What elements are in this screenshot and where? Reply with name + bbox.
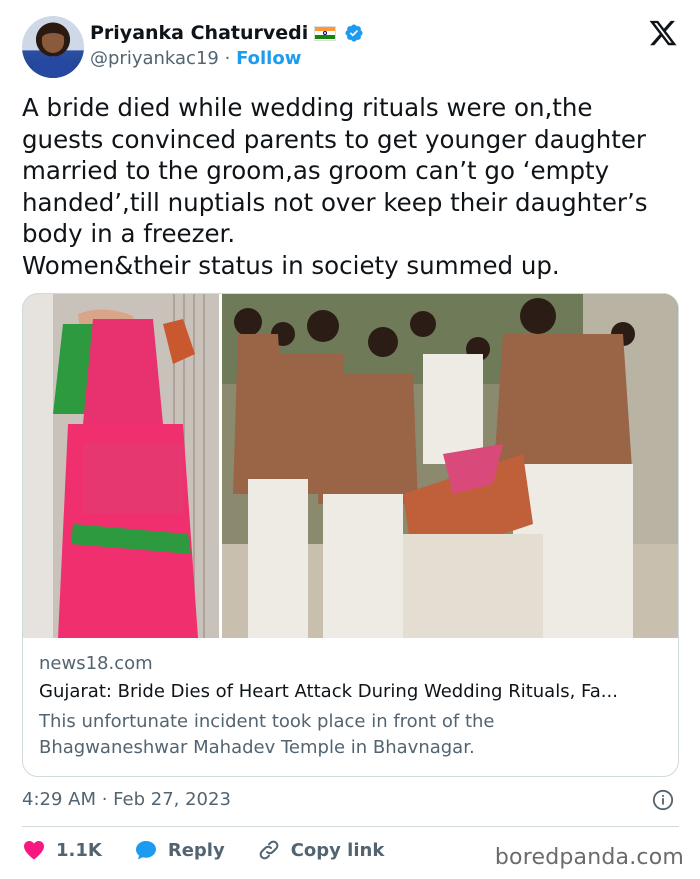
link-preview-card[interactable]: news18.com Gujarat: Bride Dies of Heart …: [22, 293, 679, 777]
copy-link-label: Copy link: [290, 839, 385, 861]
author-name-row: Priyanka Chaturvedi: [90, 22, 364, 44]
reply-label: Reply: [167, 839, 225, 861]
author-handle[interactable]: @priyankac19: [90, 48, 219, 69]
reply-button[interactable]: Reply: [134, 838, 225, 862]
author-name[interactable]: Priyanka Chaturvedi: [90, 22, 308, 44]
link-description: This unfortunate incident took place in …: [39, 711, 495, 758]
india-flag-icon: [314, 25, 337, 41]
divider: [22, 826, 679, 827]
link-title[interactable]: Gujarat: Bride Dies of Heart Attack Duri…: [39, 681, 664, 702]
tweet-timestamp[interactable]: 4:29 AM · Feb 27, 2023: [22, 789, 231, 810]
author-handle-row: @priyankac19 · Follow: [90, 48, 301, 69]
info-icon[interactable]: [652, 789, 674, 811]
avatar[interactable]: [22, 16, 84, 78]
follow-button[interactable]: Follow: [236, 48, 301, 69]
heart-icon: [24, 841, 44, 860]
separator-dot: ·: [224, 48, 231, 69]
copy-link-button[interactable]: Copy link: [257, 838, 385, 862]
avatar-portrait-icon: [30, 26, 76, 78]
watermark: boredpanda.com: [494, 845, 684, 870]
like-button[interactable]: 1.1K: [22, 838, 102, 862]
link-icon: [259, 840, 279, 860]
tweet-text: A bride died while wedding rituals were …: [22, 93, 648, 280]
news-photo-image: [23, 294, 678, 638]
action-bar: 1.1K Reply Copy link: [22, 838, 416, 862]
reply-bubble-icon: [135, 841, 156, 860]
link-domain: news18.com: [39, 653, 153, 674]
like-count: 1.1K: [56, 839, 102, 861]
x-logo-icon[interactable]: [648, 18, 678, 48]
verified-badge-icon: [345, 24, 363, 42]
